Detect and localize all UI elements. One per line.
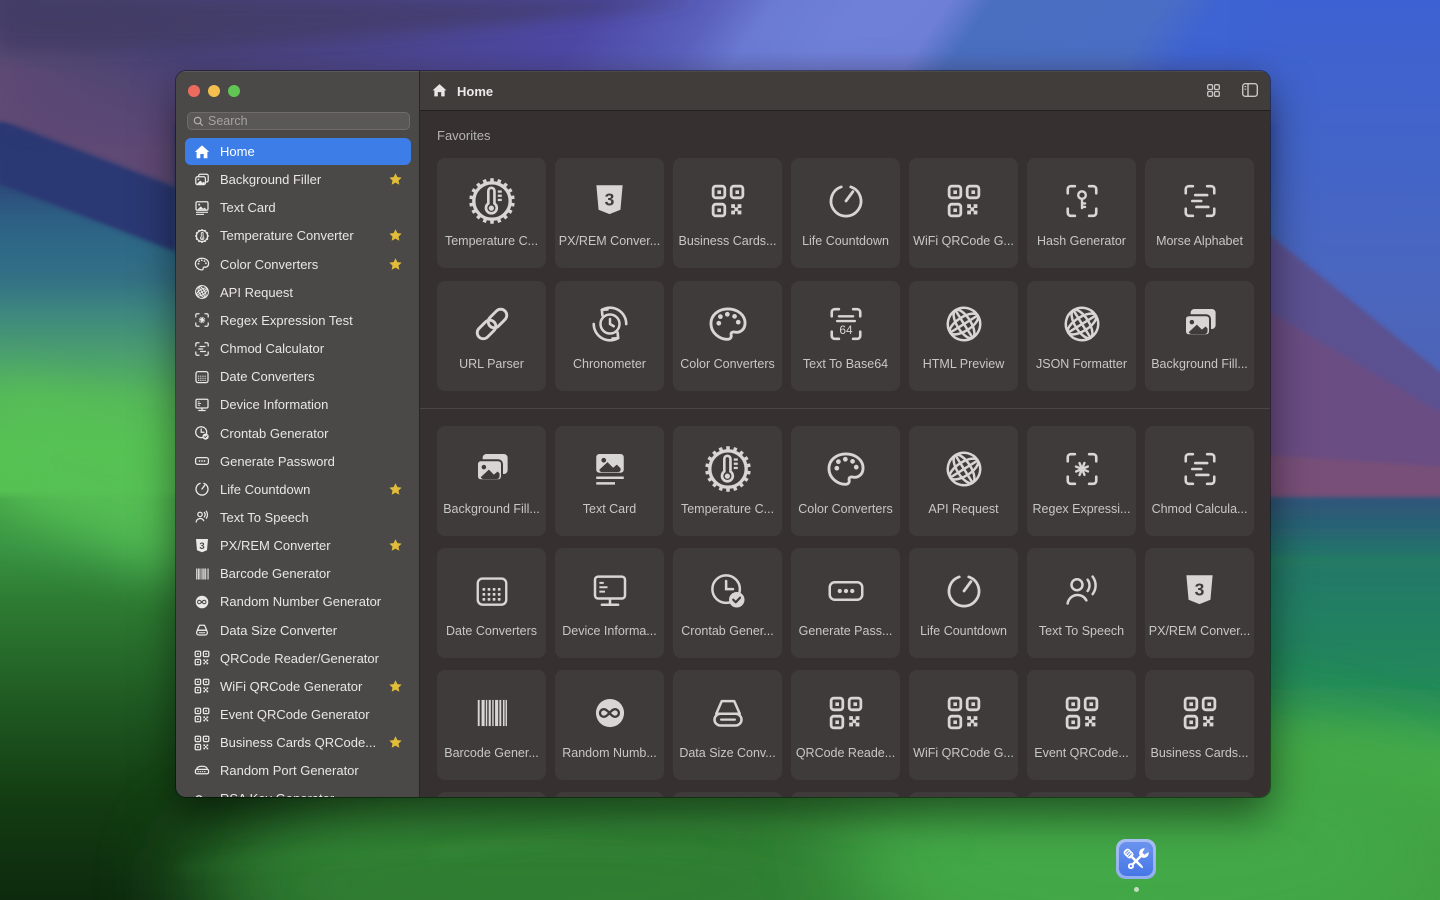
svg-text:64: 64: [839, 323, 853, 337]
svg-text:3: 3: [199, 541, 204, 552]
svg-text:3: 3: [605, 189, 615, 209]
svg-text:3: 3: [1195, 579, 1205, 599]
